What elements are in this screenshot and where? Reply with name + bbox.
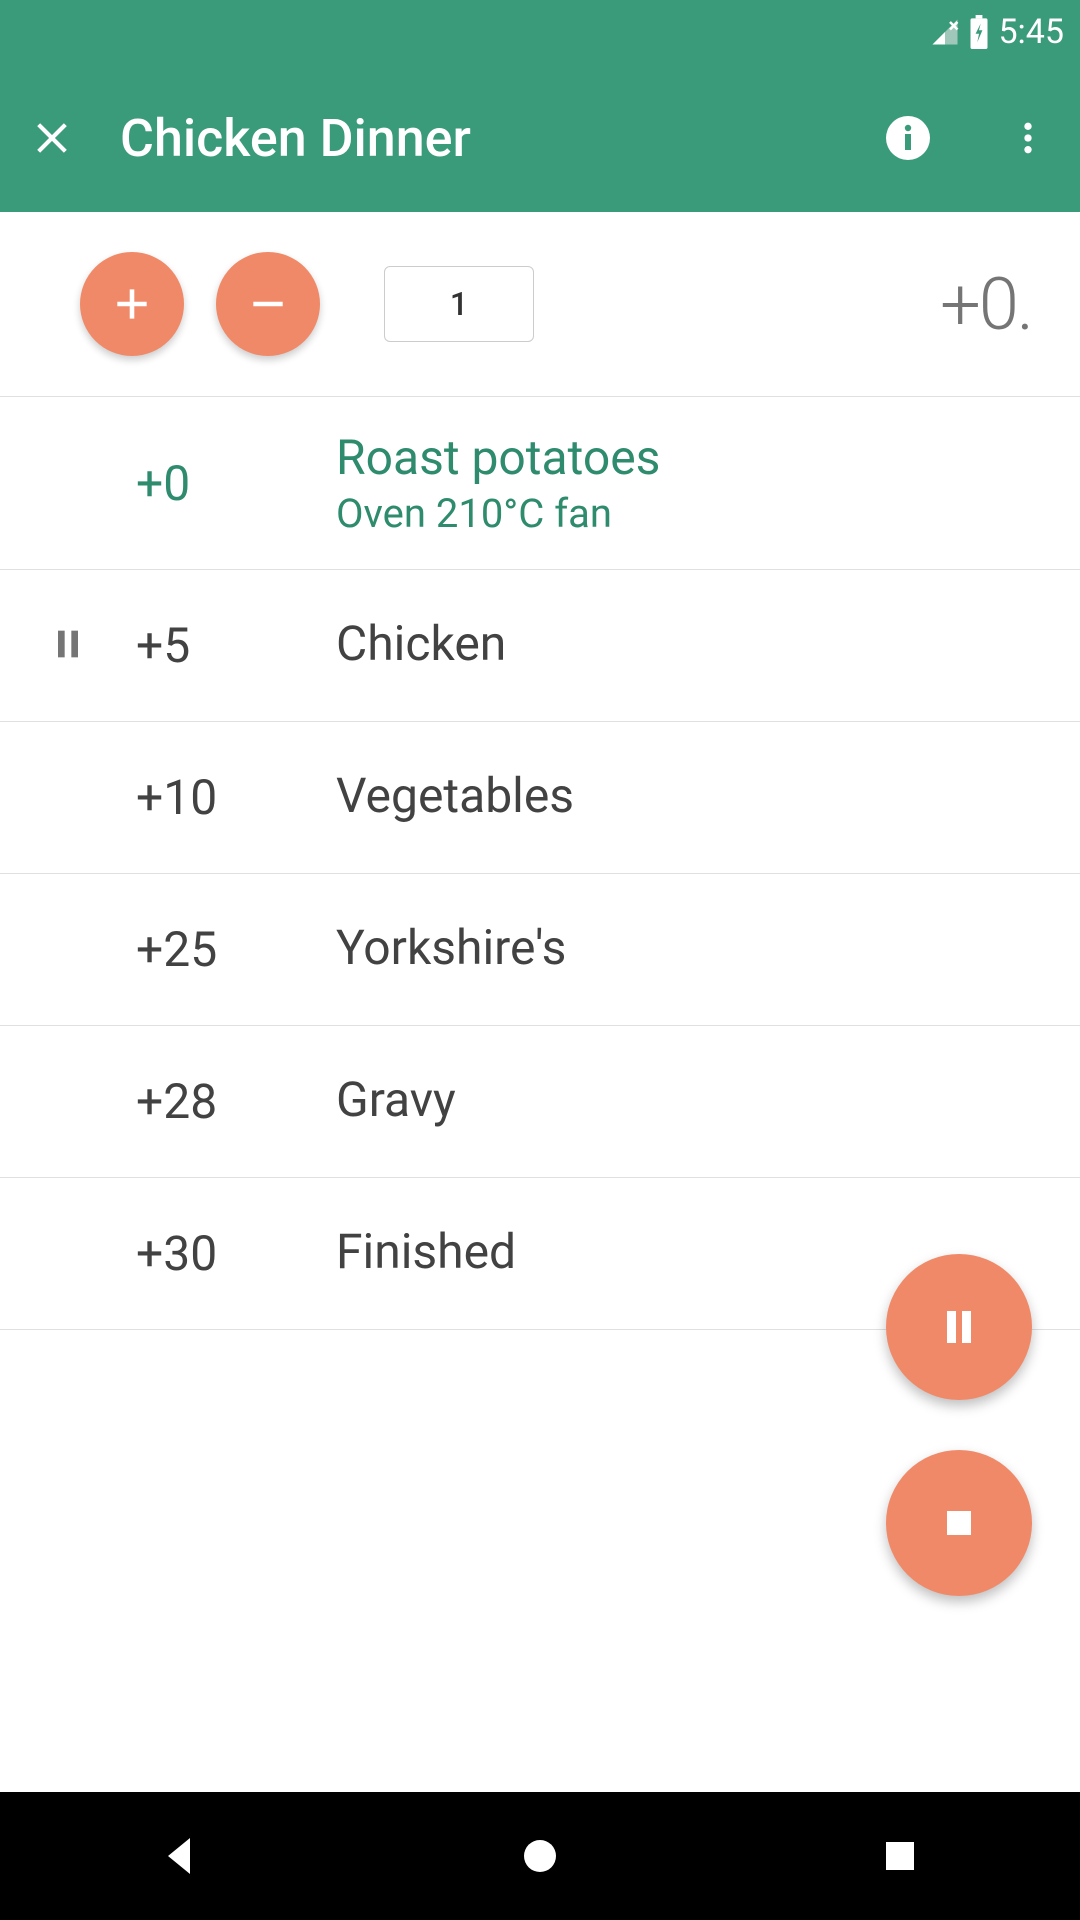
- quantity-input[interactable]: [384, 266, 534, 342]
- stop-fab[interactable]: [886, 1450, 1032, 1596]
- timer-display: +0.: [940, 262, 1032, 347]
- pause-fab[interactable]: [886, 1254, 1032, 1400]
- step-title: Roast potatoes: [336, 429, 1032, 486]
- pause-icon: [48, 624, 88, 668]
- step-title: Yorkshire's: [336, 919, 1032, 976]
- status-time: 5:45: [998, 12, 1064, 52]
- step-text: Yorkshire's: [336, 919, 1032, 980]
- step-time: +28: [136, 1073, 336, 1130]
- step-time: +5: [136, 617, 336, 674]
- app-bar: Chicken Dinner: [0, 64, 1080, 212]
- step-time: +30: [136, 1225, 336, 1282]
- step-title: Vegetables: [336, 767, 1032, 824]
- battery-charging-icon: [968, 15, 990, 49]
- step-text: Roast potatoes Oven 210°C fan: [336, 429, 1032, 537]
- step-row[interactable]: +28 Gravy: [0, 1026, 1080, 1178]
- navigation-bar: [0, 1792, 1080, 1920]
- step-row[interactable]: +0 Roast potatoes Oven 210°C fan: [0, 397, 1080, 570]
- nav-home-button[interactable]: [440, 1816, 640, 1896]
- nav-back-button[interactable]: [80, 1816, 280, 1896]
- step-row[interactable]: +10 Vegetables: [0, 722, 1080, 874]
- signal-icon: [930, 17, 960, 47]
- status-bar: 5:45: [0, 0, 1080, 64]
- step-row[interactable]: +25 Yorkshire's: [0, 874, 1080, 1026]
- step-row[interactable]: +5 Chicken: [0, 570, 1080, 722]
- page-title: Chicken Dinner: [120, 108, 816, 169]
- close-button[interactable]: [24, 110, 80, 166]
- step-time: +25: [136, 921, 336, 978]
- increment-button[interactable]: [80, 252, 184, 356]
- step-text: Vegetables: [336, 767, 1032, 828]
- step-text: Chicken: [336, 615, 1032, 676]
- main-content: +0. +0 Roast potatoes Oven 210°C fan +5 …: [0, 212, 1080, 1792]
- step-text: Gravy: [336, 1071, 1032, 1132]
- step-time: +10: [136, 769, 336, 826]
- step-title: Chicken: [336, 615, 1032, 672]
- info-button[interactable]: [880, 110, 936, 166]
- controls-row: +0.: [0, 212, 1080, 397]
- decrement-button[interactable]: [216, 252, 320, 356]
- step-icon-col: [48, 624, 136, 668]
- step-title: Gravy: [336, 1071, 1032, 1128]
- step-time: +0: [136, 455, 336, 512]
- more-options-button[interactable]: [1000, 110, 1056, 166]
- nav-recent-button[interactable]: [800, 1816, 1000, 1896]
- step-subtitle: Oven 210°C fan: [336, 490, 1032, 537]
